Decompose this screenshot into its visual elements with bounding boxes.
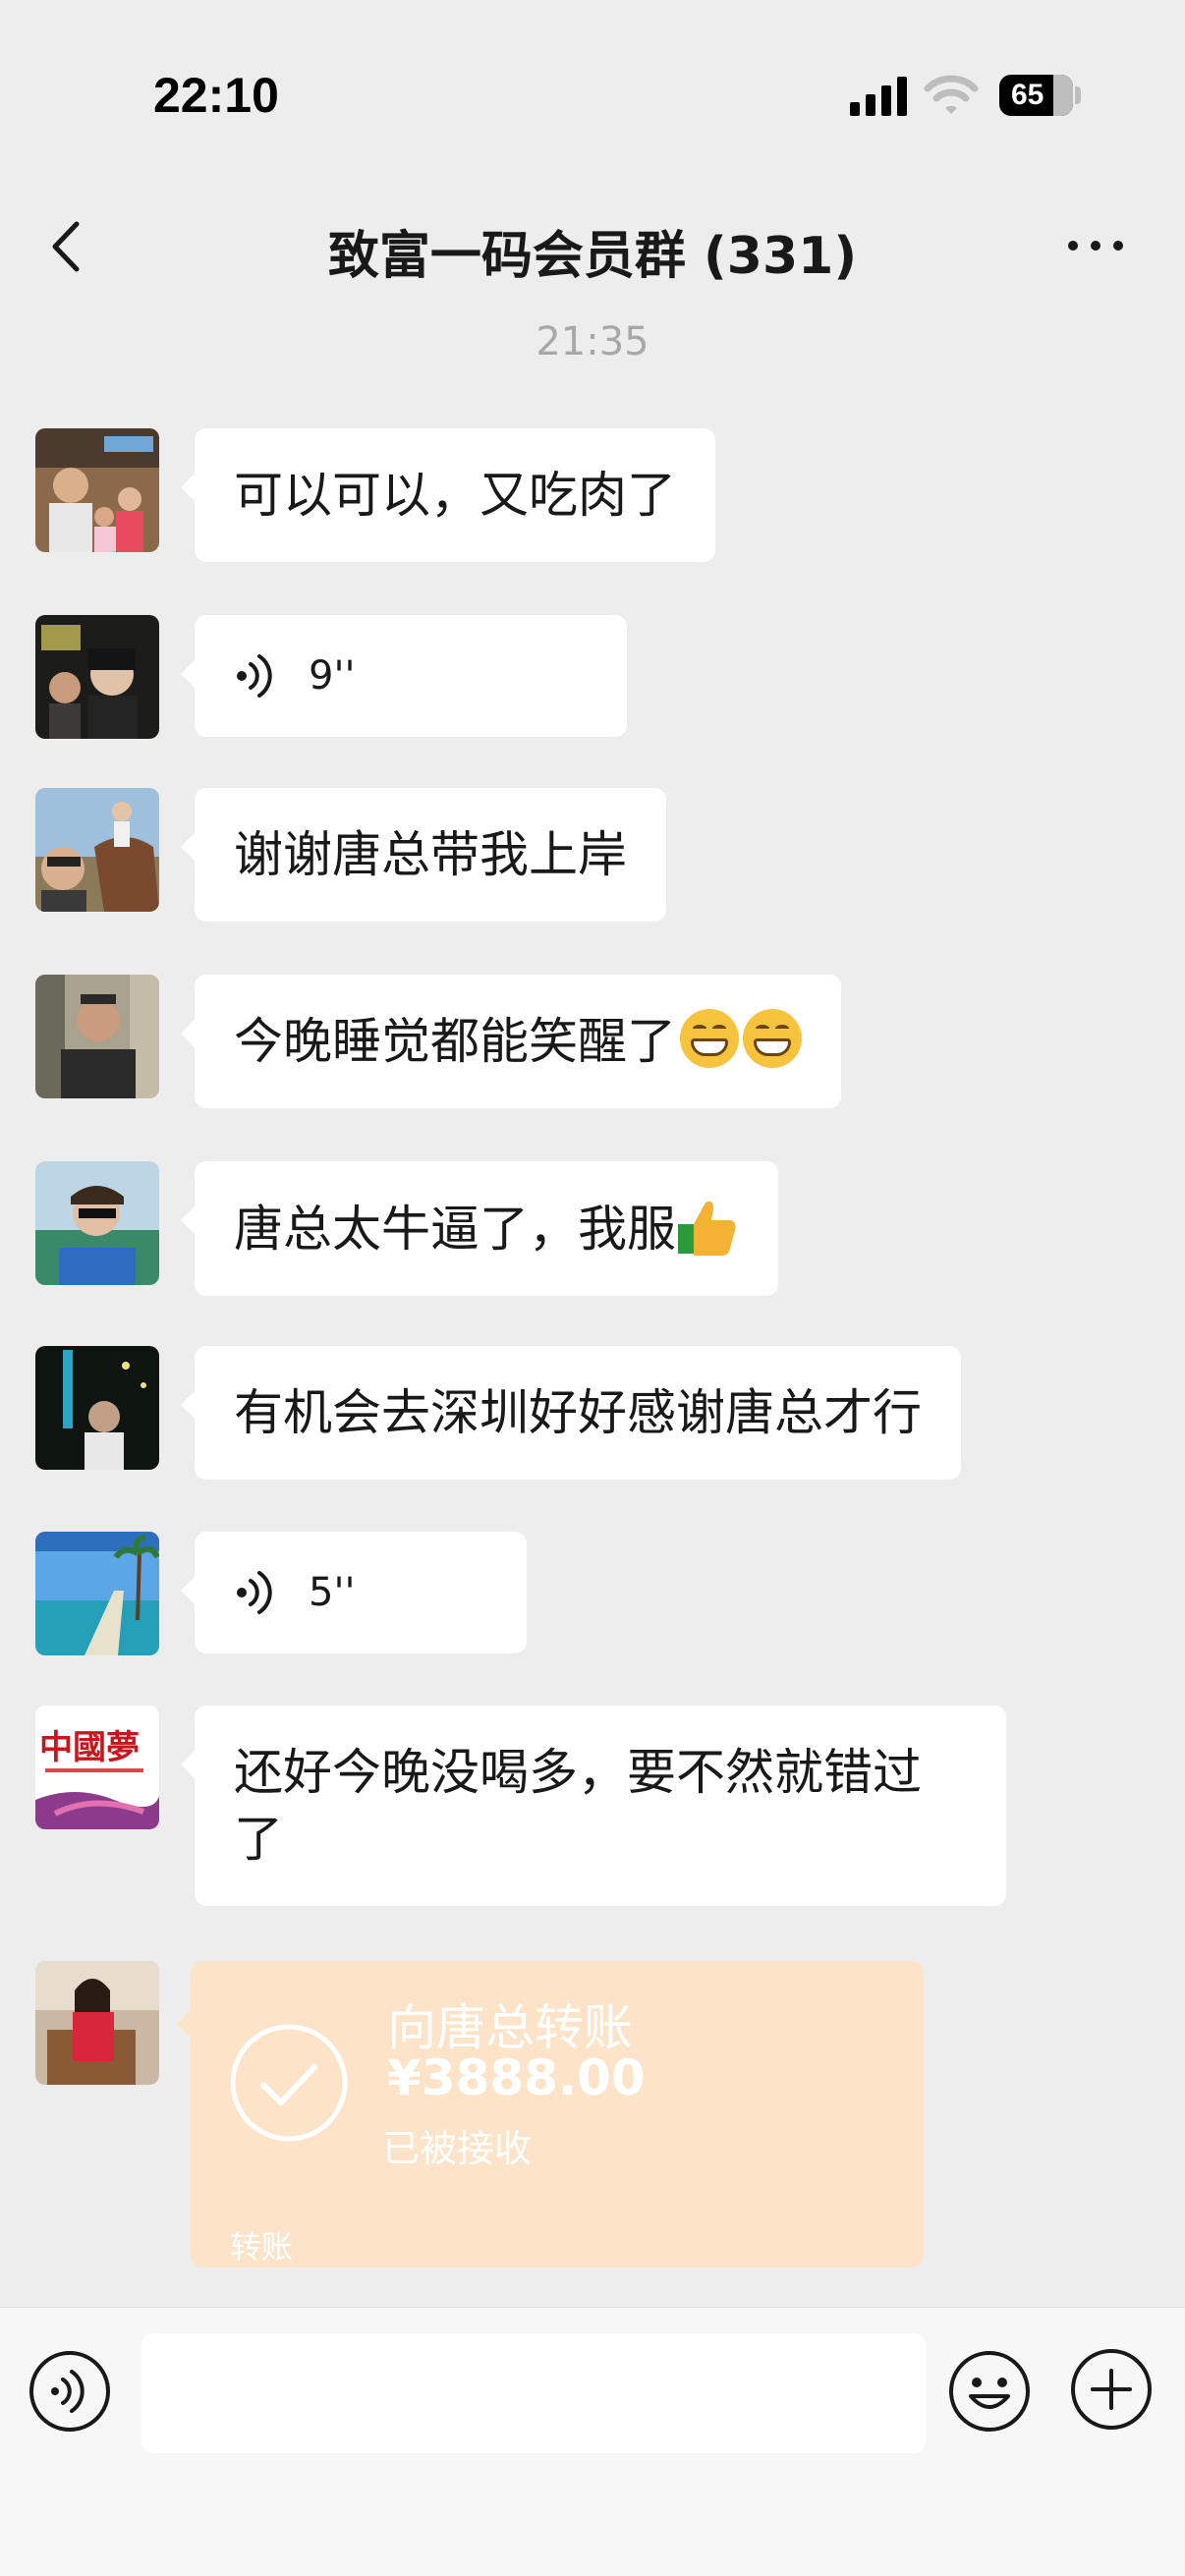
message-text: 有机会去深圳好好感谢唐总才行 [234,1384,922,1441]
message-text: 谢谢唐总带我上岸 [234,826,627,883]
transfer-card[interactable]: 向唐总转账 ¥3888.00 已被接收 转账 [177,1961,924,2268]
cellular-signal-icon [850,77,907,116]
status-bar: 22:10 65 [0,0,1185,187]
check-circle-icon [230,2024,348,2142]
message-bubble[interactable]: 谢谢唐总带我上岸 [181,788,666,922]
message-text: 可以可以，又吃肉了 [234,467,676,524]
avatar[interactable] [35,1346,159,1470]
battery-indicator: 65 [999,75,1073,116]
voice-wave-icon [237,1571,272,1614]
voice-duration: 5'' [309,1570,356,1615]
message-text: 唐总太牛逼了，我服 [234,1201,676,1258]
voice-wave-icon [237,654,272,698]
avatar[interactable] [35,1961,159,2085]
nav-bar: 致富一码会员群 (331) [0,187,1185,305]
message-text: 今晚睡觉都能笑醒了 [234,1013,676,1070]
message-bubble[interactable]: 可以可以，又吃肉了 [181,428,715,562]
voice-duration: 9'' [309,653,356,699]
status-time: 22:10 [153,68,279,123]
message-text-line: 还好今晚没喝多，要不然就错过 [234,1744,922,1801]
voice-input-toggle-icon[interactable] [28,2349,112,2434]
avatar[interactable] [35,788,159,912]
emoji-picker-icon[interactable] [947,2349,1032,2434]
wifi-icon [924,75,979,114]
message-bubble[interactable]: 唐总太牛逼了，我服 [181,1161,778,1296]
transfer-label: 转账 [230,2228,294,2266]
grinning-face-emoji-icon [680,1009,739,1068]
plus-icon[interactable] [1069,2347,1154,2432]
avatar-logo-text: 中國夢 [39,1728,140,1767]
message-timestamp: 21:35 [536,319,649,364]
avatar[interactable] [35,1161,159,1285]
transfer-status: 已被接收 [382,2127,533,2170]
transfer-amount: ¥3888.00 [387,2049,646,2106]
input-bar [0,2307,1185,2576]
battery-tip [1075,86,1081,104]
message-bubble[interactable]: 有机会去深圳好好感谢唐总才行 [181,1346,961,1480]
avatar[interactable] [35,975,159,1098]
more-options-icon[interactable] [1061,226,1130,265]
avatar[interactable] [35,1532,159,1655]
message-input[interactable] [141,2333,926,2453]
message-bubble[interactable]: 还好今晚没喝多，要不然就错过 了 [181,1706,1006,1906]
message-bubble[interactable]: 今晚睡觉都能笑醒了 [181,975,841,1108]
thumbs-up-emoji-icon [678,1201,736,1256]
avatar[interactable]: 中國夢 [35,1706,159,1829]
message-text-line: 了 [234,1811,283,1868]
avatar[interactable] [35,428,159,552]
voice-message-bubble[interactable]: 9'' [181,615,627,737]
chat-title: 致富一码会员群 (331) [327,227,858,286]
battery-level: 65 [1011,79,1044,111]
grinning-face-emoji-icon [743,1009,802,1068]
avatar[interactable] [35,615,159,739]
voice-message-bubble[interactable]: 5'' [181,1532,527,1653]
